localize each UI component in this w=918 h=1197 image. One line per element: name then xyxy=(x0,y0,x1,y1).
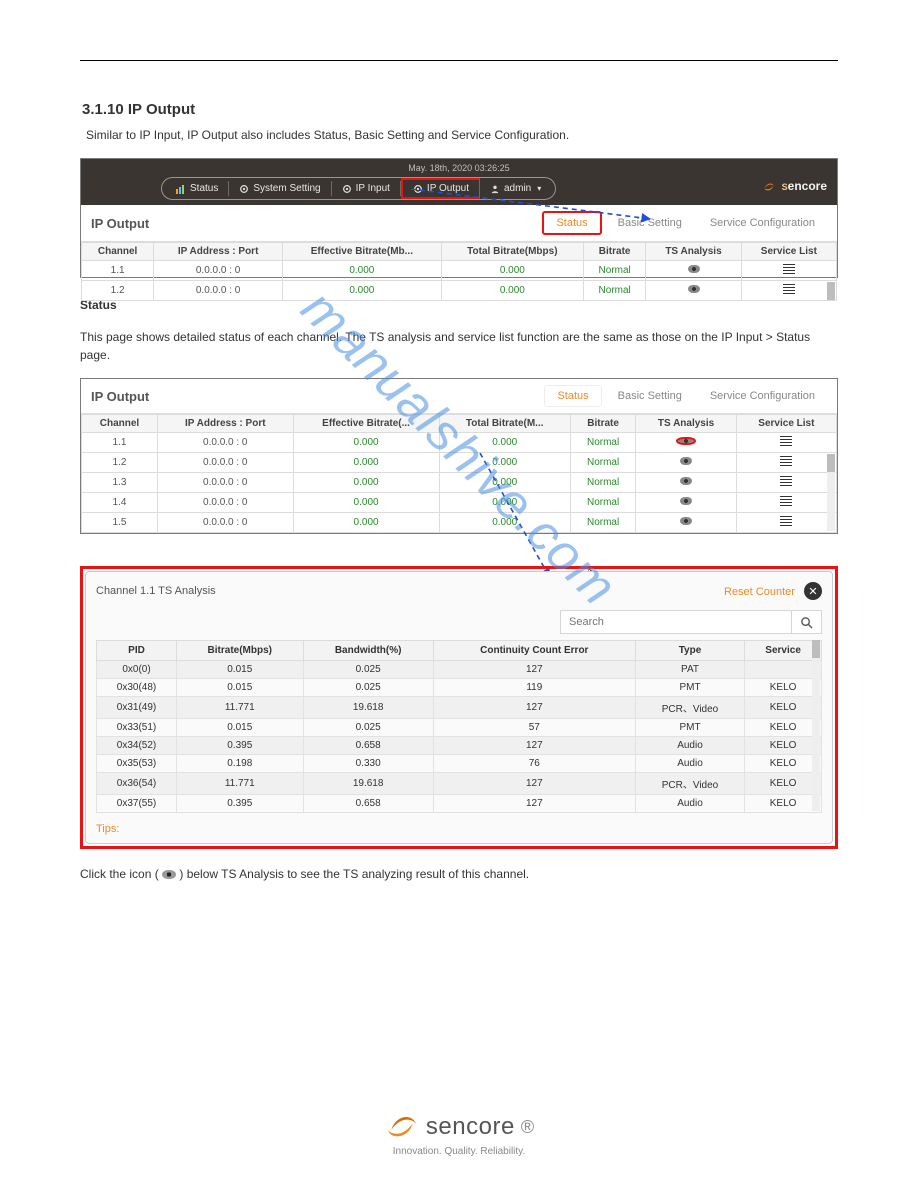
tab-basic-setting[interactable]: Basic Setting xyxy=(606,213,694,233)
brand-tagline: Innovation. Quality. Reliability. xyxy=(80,1146,838,1157)
panel-title: IP Output xyxy=(91,389,149,404)
page-footer: sencore® Innovation. Quality. Reliabilit… xyxy=(80,1113,838,1157)
table-header-row: PIDBitrate(Mbps)Bandwidth(%)Continuity C… xyxy=(97,641,822,661)
chevron-down-icon: ▾ xyxy=(537,184,541,193)
output-status-table-full: ChannelIP Address : PortEffective Bitrat… xyxy=(81,414,837,533)
tab-status[interactable]: Status xyxy=(544,385,601,407)
ts-panel-title: Channel 1.1 TS Analysis xyxy=(96,585,216,597)
panel-title: IP Output xyxy=(91,216,149,231)
eye-icon[interactable] xyxy=(680,477,692,485)
search-icon xyxy=(800,616,813,629)
search-input[interactable] xyxy=(561,611,791,633)
nav-system-setting[interactable]: System Setting xyxy=(229,181,331,196)
table-row: 1.50.0.0.0 : 00.0000.000Normal xyxy=(82,513,837,533)
eye-icon[interactable] xyxy=(680,517,692,525)
list-icon[interactable] xyxy=(780,476,792,486)
eye-instruction: Click the icon ( ) below TS Analysis to … xyxy=(80,865,838,883)
gear-icon xyxy=(239,184,249,194)
list-icon[interactable] xyxy=(780,436,792,446)
eye-icon[interactable] xyxy=(688,285,700,293)
brand-logo: sencore® xyxy=(384,1113,534,1141)
search-button[interactable] xyxy=(791,611,821,633)
close-button[interactable]: ✕ xyxy=(804,582,822,600)
eye-icon xyxy=(162,870,176,879)
section-title: 3.1.10 IP Output xyxy=(82,101,838,118)
table-header-row: ChannelIP Address : PortEffective Bitrat… xyxy=(82,415,837,433)
tab-basic-setting[interactable]: Basic Setting xyxy=(606,386,694,406)
table-row: 1.40.0.0.0 : 00.0000.000Normal xyxy=(82,493,837,513)
list-icon[interactable] xyxy=(780,456,792,466)
list-icon[interactable] xyxy=(783,284,795,294)
table-row: 0x30(48)0.0150.025119PMTKELO xyxy=(97,679,822,697)
list-icon[interactable] xyxy=(780,516,792,526)
output-status-table: ChannelIP Address : PortEffective Bitrat… xyxy=(81,242,837,301)
scrollbar[interactable] xyxy=(812,640,820,811)
swoosh-icon xyxy=(384,1113,420,1141)
screenshot-status-table: IP Output Status Basic Setting Service C… xyxy=(80,378,838,534)
eye-icon[interactable] xyxy=(688,265,700,273)
table-row: 0x31(49)11.77119.618127PCR、VideoKELO xyxy=(97,697,822,719)
scrollbar[interactable] xyxy=(827,282,835,299)
scrollbar[interactable] xyxy=(827,454,835,531)
nav-pill: Status System Setting IP Input IP O xyxy=(161,177,556,200)
tab-service-configuration[interactable]: Service Configuration xyxy=(698,386,827,406)
table-row: 0x37(55)0.3950.658127AudioKELO xyxy=(97,795,822,813)
gear-icon xyxy=(413,184,423,194)
table-row: 0x33(51)0.0150.02557PMTKELO xyxy=(97,719,822,737)
user-icon xyxy=(490,184,500,194)
reset-counter-link[interactable]: Reset Counter xyxy=(724,586,795,598)
table-row: 1.20.0.0.0 : 00.0000.000Normal xyxy=(82,281,837,301)
ts-analysis-table: PIDBitrate(Mbps)Bandwidth(%)Continuity C… xyxy=(96,640,822,813)
table-row: 1.20.0.0.0 : 00.0000.000Normal xyxy=(82,453,837,473)
tab-service-configuration[interactable]: Service Configuration xyxy=(698,213,827,233)
ts-analysis-annotation-box: Channel 1.1 TS Analysis Reset Counter ✕ xyxy=(80,566,838,849)
table-row: 0x36(54)11.77119.618127PCR、VideoKELO xyxy=(97,773,822,795)
nav-ip-input[interactable]: IP Input xyxy=(332,181,401,196)
screenshot-top: May. 18th, 2020 03:26:25 Sencore Status xyxy=(80,158,838,278)
table-row: 1.30.0.0.0 : 00.0000.000Normal xyxy=(82,473,837,493)
nav-status[interactable]: Status xyxy=(166,181,229,196)
table-row: 0x0(0)0.0150.025127PAT xyxy=(97,661,822,679)
list-icon[interactable] xyxy=(780,496,792,506)
table-row: 1.10.0.0.0 : 00.0000.000Normal xyxy=(82,261,837,281)
search-bar xyxy=(96,610,822,634)
intro-paragraph: Similar to IP Input, IP Output also incl… xyxy=(86,126,838,144)
table-row: 1.10.0.0.0 : 00.0000.000Normal xyxy=(82,433,837,453)
eye-icon[interactable] xyxy=(680,457,692,465)
tips-label: Tips: xyxy=(96,823,822,835)
eye-icon[interactable] xyxy=(676,437,696,445)
table-row: 0x35(53)0.1980.33076AudioKELO xyxy=(97,755,822,773)
nav-user[interactable]: admin▾ xyxy=(480,181,551,196)
tab-status[interactable]: Status xyxy=(542,211,601,235)
bars-icon xyxy=(176,184,186,194)
table-row: 0x34(52)0.3950.658127AudioKELO xyxy=(97,737,822,755)
brand-logo: Sencore xyxy=(762,179,827,194)
gear-icon xyxy=(342,184,352,194)
header-timestamp: May. 18th, 2020 03:26:25 xyxy=(81,159,837,177)
table-header-row: ChannelIP Address : PortEffective Bitrat… xyxy=(82,243,837,261)
eye-icon[interactable] xyxy=(680,497,692,505)
status-paragraph: This page shows detailed status of each … xyxy=(80,328,838,364)
nav-ip-output[interactable]: IP Output xyxy=(401,178,480,199)
list-icon[interactable] xyxy=(783,264,795,274)
top-rule xyxy=(80,60,838,61)
